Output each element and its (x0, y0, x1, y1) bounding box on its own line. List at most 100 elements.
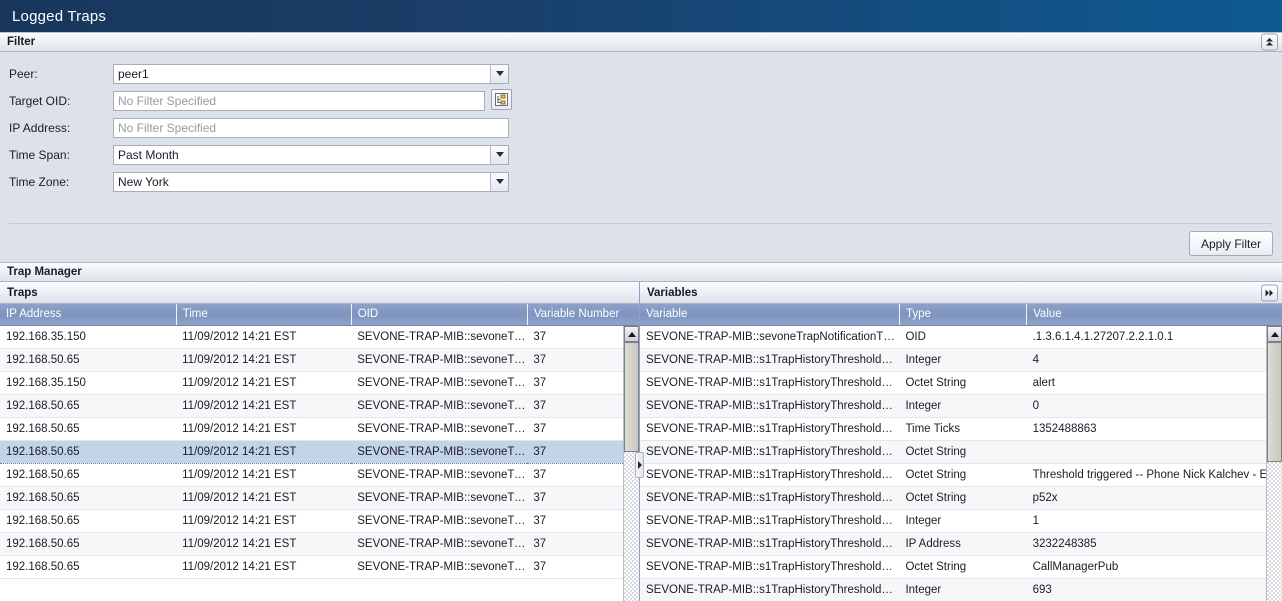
variable-cell-value: 693 (1026, 578, 1282, 601)
variable-cell-value: alert (1026, 371, 1282, 395)
traps-scroll-up-button[interactable] (624, 326, 639, 342)
trap-cell-oid: SEVONE-TRAP-MIB::sevoneTra... (351, 417, 528, 441)
chevron-right-icon (637, 461, 642, 469)
table-row[interactable]: SEVONE-TRAP-MIB::s1TrapHistoryThresholdR… (640, 463, 1282, 487)
variable-cell-type: Octet String (899, 440, 1027, 464)
traps-section-label: Traps (7, 286, 38, 299)
peer-dropdown-button[interactable] (490, 64, 508, 83)
table-row[interactable]: SEVONE-TRAP-MIB::s1TrapHistoryThresholdR… (640, 371, 1282, 395)
table-row[interactable]: SEVONE-TRAP-MIB::s1TrapHistoryThresholdR… (640, 578, 1282, 601)
chevron-down-icon (495, 71, 504, 76)
trap-cell-ip-address: 192.168.50.65 (0, 394, 177, 418)
traps-col-oid[interactable]: OID (351, 304, 528, 326)
double-chevron-right-icon (1265, 289, 1273, 296)
variable-cell-type: Octet String (899, 371, 1027, 395)
chevron-down-icon (495, 179, 504, 184)
table-row[interactable]: 192.168.50.65 11/09/2012 14:21 EST SEVONE-… (0, 486, 639, 510)
variables-col-value[interactable]: Value (1026, 304, 1282, 326)
trap-cell-oid: SEVONE-TRAP-MIB::sevoneTra... (351, 555, 528, 579)
traps-scroll-thumb[interactable] (624, 342, 639, 452)
table-row[interactable]: 192.168.50.65 11/09/2012 14:21 EST SEVONE-… (0, 555, 639, 579)
trap-cell-ip-address: 192.168.35.150 (0, 325, 177, 349)
filter-row-time-zone: Time Zone: (0, 168, 1282, 195)
table-row[interactable]: 192.168.50.65 11/09/2012 14:21 EST SEVONE-… (0, 348, 639, 372)
variables-grid-wrap: Variable Type Value SEVONE-TRAP-MIB::sev… (640, 304, 1282, 601)
time-zone-select[interactable] (113, 171, 509, 192)
variable-cell-name: SEVONE-TRAP-MIB::s1TrapHistoryThresholdR… (640, 532, 900, 556)
table-row[interactable]: SEVONE-TRAP-MIB::s1TrapHistoryThresholdR… (640, 509, 1282, 533)
table-row[interactable]: SEVONE-TRAP-MIB::s1TrapHistoryThresholdR… (640, 486, 1282, 510)
table-row[interactable]: SEVONE-TRAP-MIB::s1TrapHistoryThresholdR… (640, 394, 1282, 418)
variable-cell-type: Integer (899, 394, 1027, 418)
peer-select[interactable] (113, 63, 509, 84)
traps-col-variable-number[interactable]: Variable Number (527, 304, 639, 326)
table-row[interactable]: SEVONE-TRAP-MIB::s1TrapHistoryThresholdR… (640, 440, 1282, 464)
time-span-label: Time Span: (9, 147, 70, 162)
trap-cell-time: 11/09/2012 14:21 EST (176, 348, 352, 372)
filter-row-time-span: Time Span: (0, 141, 1282, 168)
time-span-input[interactable] (113, 144, 509, 165)
apply-filter-button[interactable]: Apply Filter (1188, 231, 1273, 256)
variable-cell-value: .1.3.6.1.4.1.27207.2.2.1.0.1 (1026, 325, 1282, 349)
table-row[interactable]: SEVONE-TRAP-MIB::s1TrapHistoryThresholdR… (640, 532, 1282, 556)
variables-vertical-scrollbar[interactable] (1266, 326, 1282, 601)
table-row[interactable]: SEVONE-TRAP-MIB::sevoneTrapNotificationT… (640, 325, 1282, 349)
table-row[interactable]: SEVONE-TRAP-MIB::s1TrapHistoryThresholdR… (640, 417, 1282, 441)
traps-col-time[interactable]: Time (176, 304, 352, 326)
trap-cell-oid: SEVONE-TRAP-MIB::sevoneTra... (351, 509, 528, 533)
filter-panel: Peer: Target OID: (0, 52, 1282, 263)
variable-cell-type: Octet String (899, 463, 1027, 487)
trap-cell-ip-address: 192.168.50.65 (0, 463, 177, 487)
trap-cell-time: 11/09/2012 14:21 EST (176, 486, 352, 510)
variables-section-label: Variables (647, 286, 698, 299)
variable-cell-value: 1 (1026, 509, 1282, 533)
table-row[interactable]: 192.168.50.65 11/09/2012 14:21 EST SEVONE-… (0, 463, 639, 487)
table-row[interactable]: 192.168.50.65 11/09/2012 14:21 EST SEVONE-… (0, 532, 639, 556)
variable-cell-name: SEVONE-TRAP-MIB::s1TrapHistoryThresholdR… (640, 463, 900, 487)
table-row[interactable]: SEVONE-TRAP-MIB::s1TrapHistoryThresholdR… (640, 348, 1282, 372)
table-row[interactable]: 192.168.35.150 11/09/2012 14:21 EST SEVONE… (0, 371, 639, 395)
variables-col-variable[interactable]: Variable (640, 304, 900, 326)
trap-cell-time: 11/09/2012 14:21 EST (176, 532, 352, 556)
time-zone-dropdown-button[interactable] (490, 172, 508, 191)
double-chevron-up-icon (1266, 38, 1273, 46)
filter-section-header: Filter (0, 33, 1282, 52)
trap-cell-time: 11/09/2012 14:21 EST (176, 555, 352, 579)
variables-col-type[interactable]: Type (899, 304, 1028, 326)
trap-cell-oid: SEVONE-TRAP-MIB::sevoneTra... (351, 439, 528, 464)
variable-cell-name: SEVONE-TRAP-MIB::s1TrapHistoryThresholdR… (640, 578, 900, 601)
time-span-dropdown-button[interactable] (490, 145, 508, 164)
trap-cell-time: 11/09/2012 14:21 EST (176, 394, 352, 418)
pane-splitter-handle[interactable] (635, 452, 644, 478)
variable-cell-value: 4 (1026, 348, 1282, 372)
trap-cell-ip-address: 192.168.50.65 (0, 348, 177, 372)
time-zone-input[interactable] (113, 171, 509, 192)
trap-cell-time: 11/09/2012 14:21 EST (176, 417, 352, 441)
peer-input[interactable] (113, 63, 509, 84)
target-oid-picker-button[interactable] (491, 88, 512, 110)
table-row[interactable]: 192.168.50.65 11/09/2012 14:21 EST SEVONE-… (0, 439, 639, 464)
traps-col-ip-address[interactable]: IP Address (0, 304, 177, 326)
trap-cell-ip-address: 192.168.50.65 (0, 532, 177, 556)
table-row[interactable]: 192.168.35.150 11/09/2012 14:21 EST SEVONE… (0, 325, 639, 349)
variables-section-header: Variables (640, 282, 1282, 304)
table-row[interactable]: 192.168.50.65 11/09/2012 14:21 EST SEVONE-… (0, 417, 639, 441)
table-row[interactable]: 192.168.50.65 11/09/2012 14:21 EST SEVONE-… (0, 394, 639, 418)
window-title-bar: Logged Traps (0, 0, 1282, 33)
filter-section-label: Filter (7, 36, 36, 48)
filter-row-ip-address: IP Address: (0, 114, 1282, 141)
ip-address-input[interactable] (113, 117, 509, 138)
variable-cell-name: SEVONE-TRAP-MIB::s1TrapHistoryThresholdR… (640, 417, 900, 441)
variables-scroll-up-button[interactable] (1267, 326, 1282, 342)
variables-scroll-track[interactable] (1267, 462, 1282, 601)
traps-header-row: IP Address Time OID Variable Number (0, 304, 639, 326)
table-row[interactable]: 192.168.50.65 11/09/2012 14:21 EST SEVONE-… (0, 509, 639, 533)
variable-cell-name: SEVONE-TRAP-MIB::s1TrapHistoryThresholdR… (640, 440, 900, 464)
time-span-select[interactable] (113, 144, 509, 165)
target-oid-input[interactable] (113, 90, 485, 111)
table-row[interactable]: SEVONE-TRAP-MIB::s1TrapHistoryThresholdR… (640, 555, 1282, 579)
variables-scroll-thumb[interactable] (1267, 342, 1282, 462)
triangle-up-icon (1270, 331, 1279, 337)
filter-collapse-button[interactable] (1261, 33, 1278, 51)
variables-expand-button[interactable] (1261, 284, 1278, 301)
